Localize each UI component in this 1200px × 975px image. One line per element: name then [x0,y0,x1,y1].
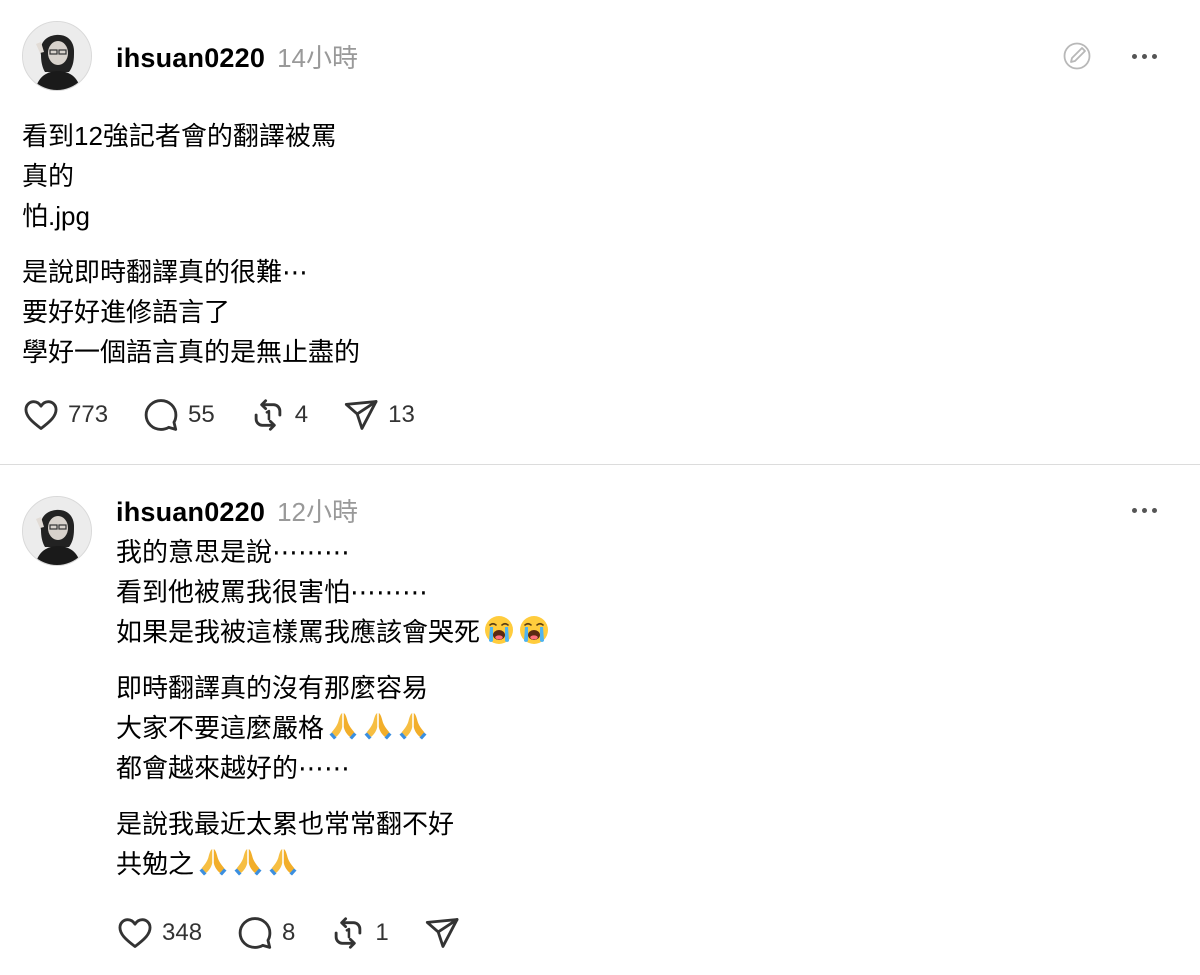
post-time: 12小時 [277,497,358,527]
thread-post: ihsuan0220 14小時 看到12強記者會的翻譯被罵 真的 怕.jpg 是… [0,0,1200,465]
like-count: 773 [68,401,109,428]
text-line: 真的 [22,161,75,191]
like-button[interactable]: 348 [116,914,202,952]
text-line: 學好一個語言真的是無止盡的 [22,337,361,367]
paragraph: 我的意思是說⋯⋯⋯ 看到他被罵我很害怕⋯⋯⋯ 如果是我被這樣罵我應該會哭死 [116,532,550,652]
repost-count: 4 [294,401,309,428]
repost-arrows-icon [329,914,367,952]
folded-hands-icon [327,710,359,742]
text-line: 要好好進修語言了 [22,297,231,327]
paper-plane-icon [423,914,461,952]
text-segment: 大家不要這麼嚴格 [116,713,325,743]
post-body: 看到12強記者會的翻譯被罵 真的 怕.jpg 是說即時翻譯真的很難⋯ 要好好進修… [22,116,360,388]
paragraph: 是說即時翻譯真的很難⋯ 要好好進修語言了 學好一個語言真的是無止盡的 [22,252,360,372]
post-time: 14小時 [277,43,358,73]
ellipsis-icon[interactable] [1130,51,1160,61]
username[interactable]: ihsuan0220 [116,43,265,74]
text-line: 看到12強記者會的翻譯被罵 [22,121,337,151]
share-button[interactable]: 13 [342,396,415,434]
paper-plane-icon [342,396,380,434]
avatar[interactable] [22,496,92,566]
folded-hands-icon [197,846,229,878]
like-count: 348 [162,919,203,946]
repost-count: 1 [375,919,389,946]
avatar[interactable] [22,21,92,91]
text-line: 怕.jpg [22,201,90,231]
action-bar: 348 8 1 [116,914,495,952]
folded-hands-icon [267,846,299,878]
folded-hands-icon [362,710,394,742]
comment-count: 8 [282,919,296,946]
folded-hands-icon [232,846,264,878]
ellipsis-icon[interactable] [1130,505,1160,515]
repost-button[interactable]: 1 [329,914,389,952]
post-divider [0,464,1200,465]
repost-arrows-icon [249,396,287,434]
comment-button[interactable]: 8 [236,914,295,952]
paragraph: 看到12強記者會的翻譯被罵 真的 怕.jpg [22,116,360,236]
action-bar: 773 55 4 13 [22,396,449,434]
text-line: 都會越來越好的⋯⋯ [116,753,351,783]
text-line: 是說即時翻譯真的很難⋯ [22,257,309,287]
reply-body: 我的意思是說⋯⋯⋯ 看到他被罵我很害怕⋯⋯⋯ 如果是我被這樣罵我應該會哭死 即時… [116,532,550,900]
folded-hands-icon [397,710,429,742]
paragraph: 即時翻譯真的沒有那麼容易 大家不要這麼嚴格 都會越來越好的⋯⋯ [116,668,550,788]
loudly-crying-face-icon [518,614,550,646]
comment-button[interactable]: 55 [142,396,215,434]
post-header: ihsuan0220 14小時 [116,38,358,75]
heart-icon [116,914,154,952]
text-line: 如果是我被這樣罵我應該會哭死 [116,612,550,652]
share-button[interactable] [423,914,461,952]
text-segment: 共勉之 [116,849,195,879]
text-line: 是說我最近太累也常常翻不好 [116,809,455,839]
speech-bubble-icon [142,396,180,434]
repost-button[interactable]: 4 [249,396,308,434]
text-line: 大家不要這麼嚴格 [116,708,550,748]
loudly-crying-face-icon [483,614,515,646]
post-header: ihsuan0220 12小時 [116,492,358,529]
text-line: 看到他被罵我很害怕⋯⋯⋯ [116,577,429,607]
username[interactable]: ihsuan0220 [116,497,265,528]
text-line: 共勉之 [116,844,550,884]
text-line: 即時翻譯真的沒有那麼容易 [116,673,429,703]
like-button[interactable]: 773 [22,396,108,434]
paragraph: 是說我最近太累也常常翻不好 共勉之 [116,804,550,884]
comment-count: 55 [188,401,215,428]
heart-icon [22,396,60,434]
edit-icon[interactable] [1061,40,1093,72]
text-segment: 如果是我被這樣罵我應該會哭死 [116,617,481,647]
share-count: 13 [388,401,415,428]
text-line: 我的意思是說⋯⋯⋯ [116,537,351,567]
speech-bubble-icon [236,914,274,952]
